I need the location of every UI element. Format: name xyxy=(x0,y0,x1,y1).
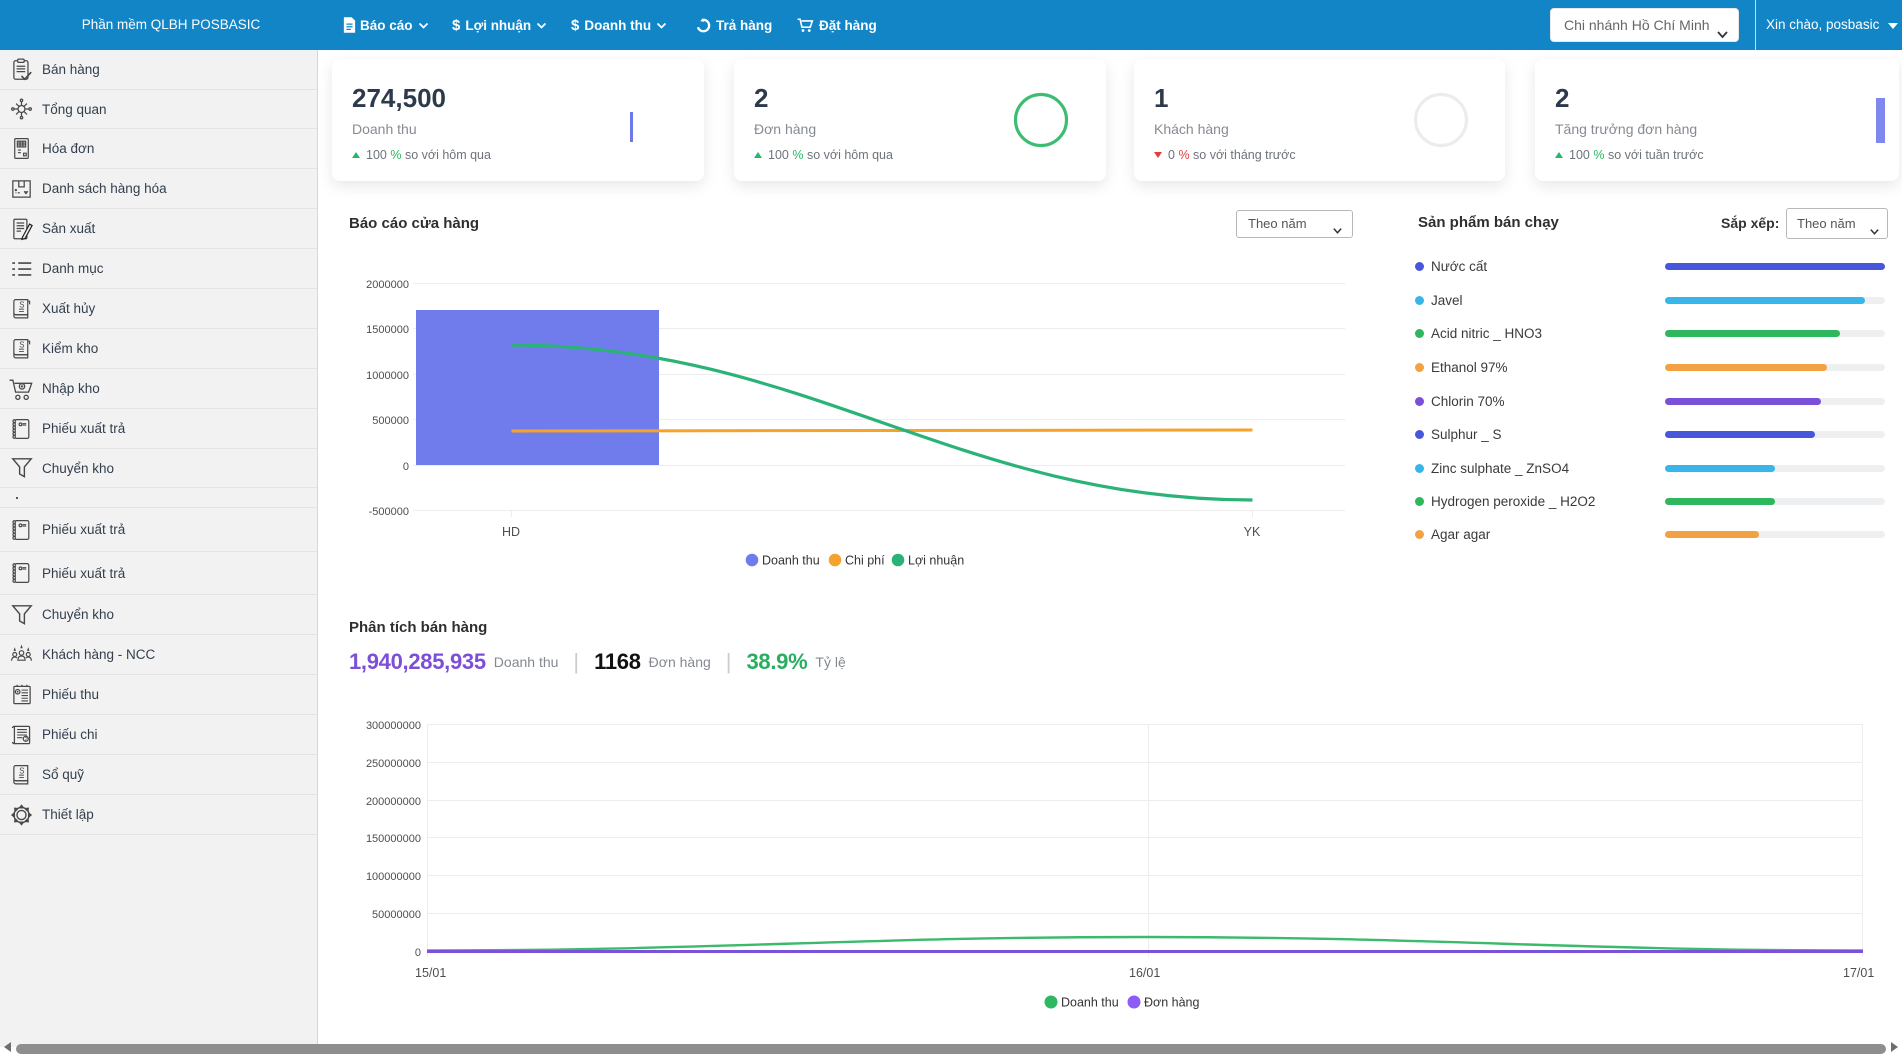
svg-text:16/01: 16/01 xyxy=(1129,966,1160,980)
svg-text:100000000: 100000000 xyxy=(366,871,421,883)
svg-text:Đơn hàng: Đơn hàng xyxy=(1144,996,1200,1010)
svg-text:300000000: 300000000 xyxy=(366,720,421,732)
svg-text:Doanh thu: Doanh thu xyxy=(1061,996,1119,1010)
svg-text:150000000: 150000000 xyxy=(366,833,421,845)
svg-text:17/01: 17/01 xyxy=(1843,966,1874,980)
svg-text:15/01: 15/01 xyxy=(415,966,446,980)
svg-text:0: 0 xyxy=(415,947,421,959)
svg-text:200000000: 200000000 xyxy=(366,796,421,808)
svg-text:250000000: 250000000 xyxy=(366,758,421,770)
svg-text:50000000: 50000000 xyxy=(372,909,421,921)
